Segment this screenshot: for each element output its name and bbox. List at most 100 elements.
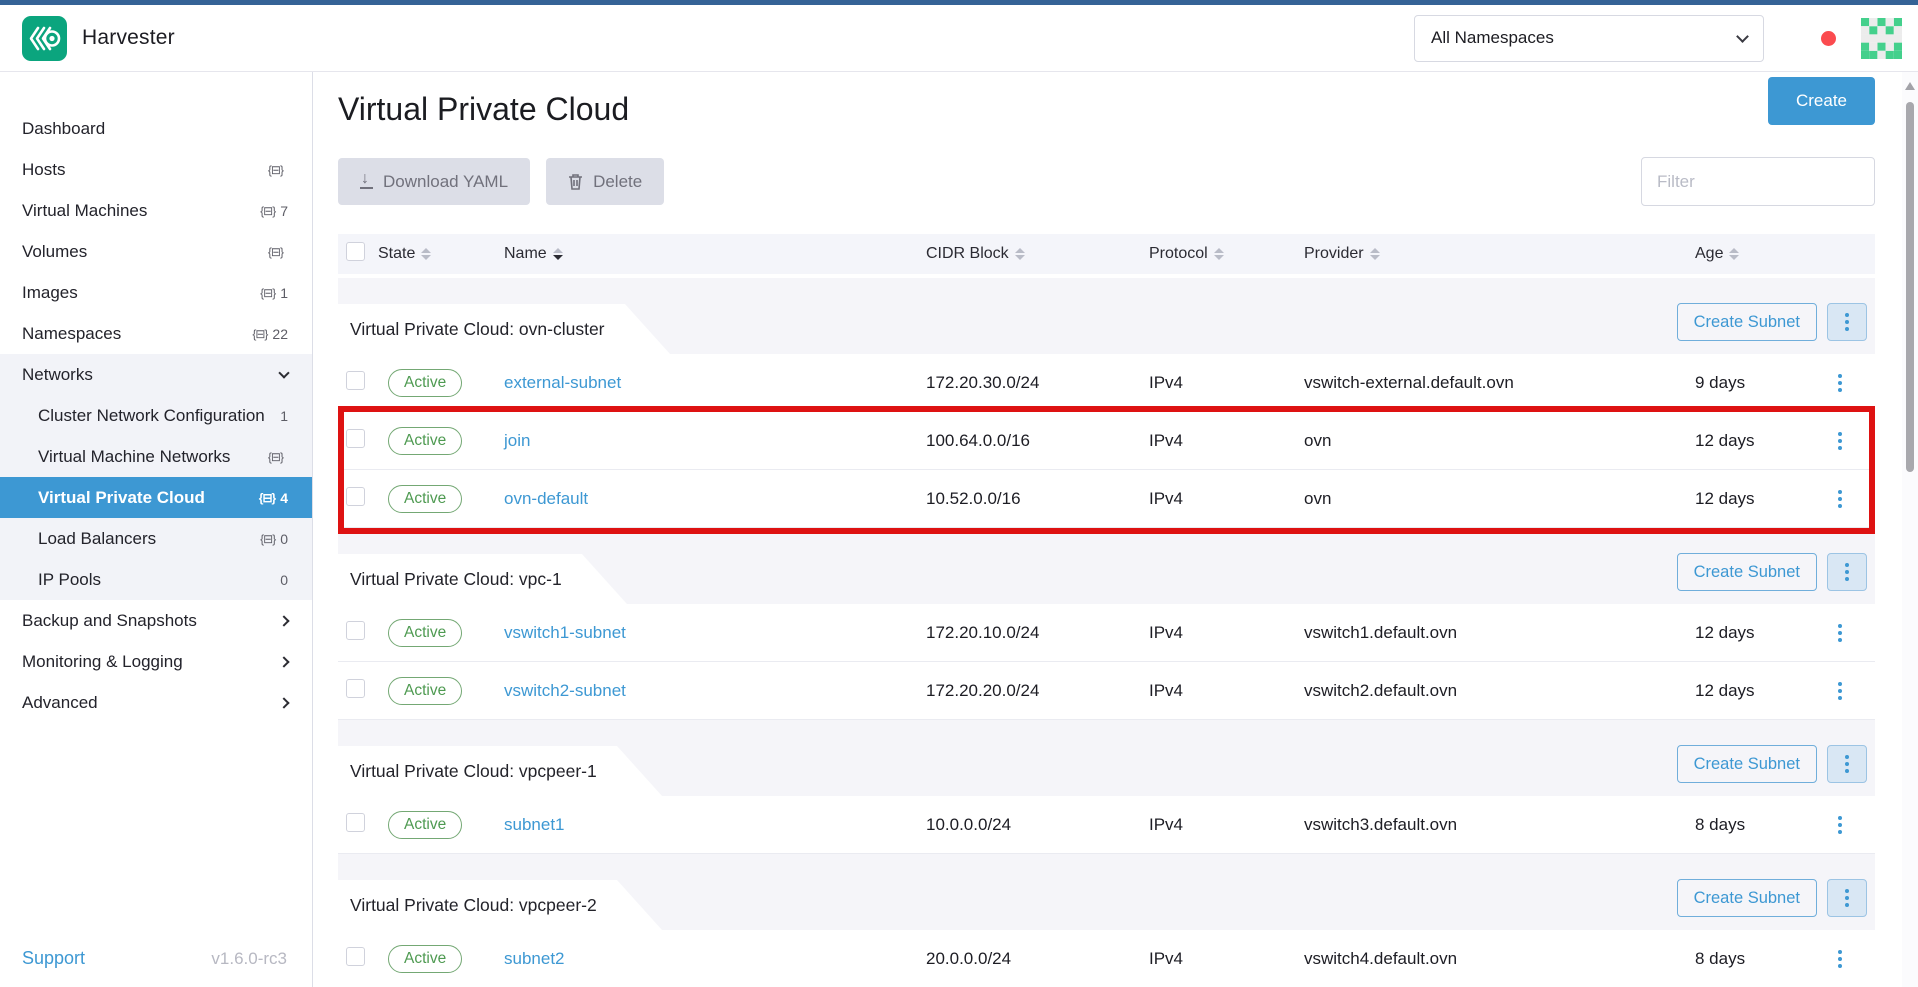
sidebar-item-load-balancers[interactable]: Load Balancers {⊟}0 [0, 518, 312, 559]
namespace-selector-value: All Namespaces [1431, 28, 1554, 48]
protocol-cell: IPv4 [1149, 489, 1304, 509]
kebab-icon [1841, 751, 1853, 777]
namespace-badge-icon: {⊟} [268, 245, 283, 259]
column-header-age[interactable]: Age [1695, 245, 1812, 263]
row-checkbox[interactable] [346, 947, 365, 966]
sidebar-item-networks[interactable]: Networks [0, 354, 312, 395]
create-subnet-button[interactable]: Create Subnet [1677, 879, 1817, 917]
namespace-badge-icon: {⊟} [260, 204, 275, 218]
sidebar-item-monitoring-logging[interactable]: Monitoring & Logging [0, 641, 312, 682]
sidebar-item-hosts[interactable]: Hosts {⊟} [0, 149, 312, 190]
table-row: Active subnet1 10.0.0.0/24 IPv4 vswitch3… [338, 796, 1875, 854]
subnet-name-link[interactable]: external-subnet [504, 373, 621, 392]
row-actions-kebab-icon[interactable] [1834, 620, 1846, 646]
vertical-scrollbar[interactable] [1902, 72, 1918, 987]
subnet-name-link[interactable]: vswitch2-subnet [504, 681, 626, 700]
sidebar-item-advanced[interactable]: Advanced [0, 682, 312, 723]
chevron-right-icon [278, 697, 289, 708]
sort-icon [421, 248, 431, 260]
column-header-name[interactable]: Name [504, 245, 926, 263]
scrollbar-thumb[interactable] [1906, 102, 1914, 472]
select-all-checkbox[interactable] [346, 242, 365, 261]
notification-dot-icon[interactable] [1821, 31, 1836, 46]
cidr-cell: 172.20.10.0/24 [926, 623, 1149, 643]
provider-cell: vswitch-external.default.ovn [1304, 373, 1695, 393]
vpc-group-header-vpcpeer-2: Virtual Private Cloud: vpcpeer-2 Create … [338, 854, 1875, 930]
sidebar-item-cluster-network-configuration[interactable]: Cluster Network Configuration 1 [0, 395, 312, 436]
sort-icon [1015, 248, 1025, 260]
column-header-state[interactable]: State [378, 245, 504, 263]
row-checkbox[interactable] [346, 371, 365, 390]
table-row: Active ovn-default 10.52.0.0/16 IPv4 ovn… [338, 470, 1875, 528]
sidebar-item-namespaces[interactable]: Namespaces {⊟}22 [0, 313, 312, 354]
namespace-badge-icon: {⊟} [260, 532, 275, 546]
cidr-cell: 172.20.30.0/24 [926, 373, 1149, 393]
row-checkbox[interactable] [346, 621, 365, 640]
create-subnet-button[interactable]: Create Subnet [1677, 303, 1817, 341]
row-checkbox[interactable] [346, 813, 365, 832]
create-subnet-button[interactable]: Create Subnet [1677, 553, 1817, 591]
delete-button[interactable]: Delete [546, 158, 664, 205]
subnet-name-link[interactable]: ovn-default [504, 489, 588, 508]
vpc-group-label: Virtual Private Cloud: vpcpeer-2 [350, 895, 597, 916]
sidebar-item-images[interactable]: Images {⊟}1 [0, 272, 312, 313]
brand-name: Harvester [82, 26, 175, 50]
row-checkbox[interactable] [346, 679, 365, 698]
sidebar-item-ip-pools[interactable]: IP Pools 0 [0, 559, 312, 600]
sidebar-item-virtual-private-cloud[interactable]: Virtual Private Cloud {⊟}4 [0, 477, 312, 518]
table-row: Active subnet2 20.0.0.0/24 IPv4 vswitch4… [338, 930, 1875, 987]
table-row: Active external-subnet 172.20.30.0/24 IP… [338, 354, 1875, 412]
row-actions-kebab-icon[interactable] [1834, 946, 1846, 972]
row-actions-kebab-icon[interactable] [1834, 812, 1846, 838]
subnet-name-link[interactable]: subnet2 [504, 949, 565, 968]
group-actions-kebab-button[interactable] [1827, 303, 1867, 341]
provider-cell: vswitch2.default.ovn [1304, 681, 1695, 701]
provider-cell: vswitch4.default.ovn [1304, 949, 1695, 969]
sidebar-item-virtual-machines[interactable]: Virtual Machines {⊟}7 [0, 190, 312, 231]
sidebar-item-volumes[interactable]: Volumes {⊟} [0, 231, 312, 272]
bulk-actions-row: Download YAML Delete [338, 157, 1875, 206]
filter-input[interactable] [1641, 157, 1875, 206]
create-subnet-button[interactable]: Create Subnet [1677, 745, 1817, 783]
row-actions-kebab-icon[interactable] [1834, 678, 1846, 704]
row-checkbox[interactable] [346, 487, 365, 506]
subnet-name-link[interactable]: join [504, 431, 530, 450]
row-actions-kebab-icon[interactable] [1834, 428, 1846, 454]
status-badge: Active [388, 485, 462, 513]
protocol-cell: IPv4 [1149, 373, 1304, 393]
app-header: Harvester All Namespaces [0, 0, 1918, 72]
row-checkbox[interactable] [346, 429, 365, 448]
provider-cell: vswitch3.default.ovn [1304, 815, 1695, 835]
subnet-name-link[interactable]: vswitch1-subnet [504, 623, 626, 642]
sidebar-item-backup-and-snapshots[interactable]: Backup and Snapshots [0, 600, 312, 641]
user-avatar-identicon[interactable] [1859, 16, 1904, 61]
sort-icon [553, 248, 563, 260]
trash-icon [568, 173, 583, 190]
cidr-cell: 20.0.0.0/24 [926, 949, 1149, 969]
age-cell: 12 days [1695, 431, 1812, 451]
vpc-group-label: Virtual Private Cloud: vpc-1 [350, 569, 562, 590]
namespace-badge-icon: {⊟} [252, 327, 267, 341]
sidebar-item-virtual-machine-networks[interactable]: Virtual Machine Networks {⊟} [0, 436, 312, 477]
column-header-provider[interactable]: Provider [1304, 245, 1695, 263]
protocol-cell: IPv4 [1149, 949, 1304, 969]
namespace-badge-icon: {⊟} [268, 163, 283, 177]
kebab-icon [1841, 309, 1853, 335]
namespace-badge-icon: {⊟} [260, 286, 275, 300]
subnet-name-link[interactable]: subnet1 [504, 815, 565, 834]
row-actions-kebab-icon[interactable] [1834, 370, 1846, 396]
download-yaml-button[interactable]: Download YAML [338, 158, 530, 205]
namespace-selector[interactable]: All Namespaces [1414, 15, 1764, 62]
support-link[interactable]: Support [22, 948, 85, 969]
column-header-protocol[interactable]: Protocol [1149, 245, 1304, 263]
group-actions-kebab-button[interactable] [1827, 553, 1867, 591]
scroll-up-arrow-icon[interactable] [1905, 82, 1915, 90]
row-actions-kebab-icon[interactable] [1834, 486, 1846, 512]
column-header-cidr-block[interactable]: CIDR Block [926, 245, 1149, 263]
create-button[interactable]: Create [1768, 77, 1875, 125]
sidebar-item-dashboard[interactable]: Dashboard [0, 108, 312, 149]
group-actions-kebab-button[interactable] [1827, 745, 1867, 783]
group-actions-kebab-button[interactable] [1827, 879, 1867, 917]
download-icon [360, 174, 373, 189]
vpc-table: State Name CIDR Block Protocol Provider … [338, 234, 1875, 987]
